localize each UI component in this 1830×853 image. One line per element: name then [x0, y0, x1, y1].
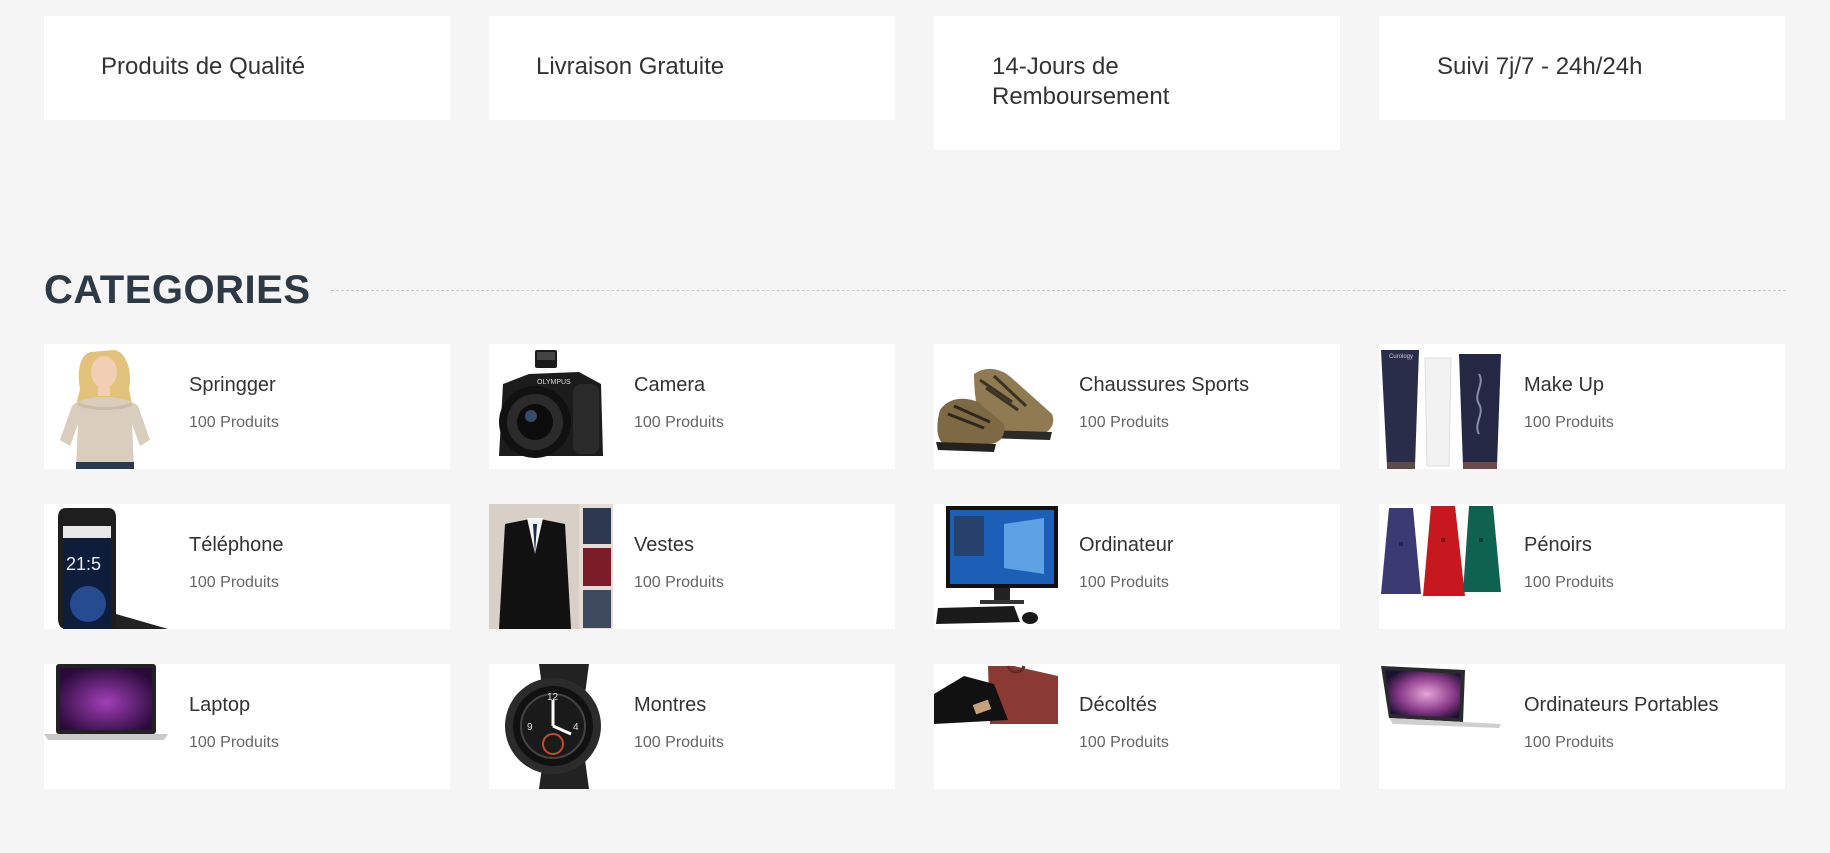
category-count: 100 Produits	[1079, 574, 1169, 591]
category-card[interactable]: Laptop 100 Produits	[44, 664, 450, 789]
feature-refund: 14-Jours de Remboursement	[934, 16, 1340, 150]
divider	[330, 289, 1786, 291]
category-count: 100 Produits	[1079, 414, 1169, 431]
category-count: 100 Produits	[1524, 734, 1614, 751]
svg-text:21:5: 21:5	[66, 554, 101, 574]
category-count: 100 Produits	[1524, 574, 1614, 591]
category-card[interactable]: 12 9 4 Montres 100 Produits	[489, 664, 895, 789]
category-name[interactable]: Vestes	[634, 534, 694, 557]
category-card[interactable]: Curology Make Up 100 Produits	[1379, 344, 1785, 469]
svg-text:12: 12	[547, 692, 559, 703]
category-card[interactable]: Vestes 100 Produits	[489, 504, 895, 629]
features-row: Produits de Qualité Livraison Gratuite 1…	[44, 16, 1786, 150]
feature-support: Suivi 7j/7 - 24h/24h	[1379, 16, 1785, 120]
svg-text:4: 4	[573, 722, 579, 733]
makeup-tubes-image[interactable]: Curology	[1379, 344, 1503, 469]
category-name[interactable]: Montres	[634, 694, 706, 717]
category-card[interactable]: Ordinateurs Portables 100 Produits	[1379, 664, 1785, 789]
shoes-image[interactable]	[934, 344, 1058, 469]
feature-label: Produits de Qualité	[101, 53, 306, 80]
category-name[interactable]: Ordinateur	[1079, 534, 1174, 557]
feature-free-delivery: Livraison Gratuite	[489, 16, 895, 120]
categories-title: CATEGORIES	[44, 268, 311, 312]
woman-sweater-image[interactable]	[44, 344, 168, 469]
feature-quality: Produits de Qualité	[44, 16, 450, 120]
category-count: 100 Produits	[634, 414, 724, 431]
category-name[interactable]: Pénoirs	[1524, 534, 1592, 557]
svg-text:9: 9	[527, 722, 533, 733]
category-count: 100 Produits	[634, 734, 724, 751]
laptop-image[interactable]	[44, 664, 168, 789]
category-name[interactable]: Make Up	[1524, 374, 1604, 397]
svg-text:Curology: Curology	[1389, 354, 1413, 360]
category-count: 100 Produits	[634, 574, 724, 591]
category-name[interactable]: Téléphone	[189, 534, 284, 557]
category-card[interactable]: Springger 100 Produits	[44, 344, 450, 469]
macbook-image[interactable]	[1379, 664, 1503, 789]
camera-image[interactable]: OLYMPUS	[489, 344, 613, 469]
category-count: 100 Produits	[189, 574, 279, 591]
category-card[interactable]: Décoltés 100 Produits	[934, 664, 1340, 789]
category-card[interactable]: Chaussures Sports 100 Produits	[934, 344, 1340, 469]
desktop-monitor-image[interactable]	[934, 504, 1058, 629]
category-card[interactable]: Pénoirs 100 Produits	[1379, 504, 1785, 629]
category-name[interactable]: Ordinateurs Portables	[1524, 694, 1719, 717]
category-name[interactable]: Camera	[634, 374, 705, 397]
svg-text:OLYMPUS: OLYMPUS	[537, 379, 571, 386]
feature-label: Livraison Gratuite	[536, 53, 725, 80]
coats-image[interactable]	[1379, 504, 1503, 629]
category-name[interactable]: Springger	[189, 374, 276, 397]
feature-label: Suivi 7j/7 - 24h/24h	[1437, 53, 1643, 80]
category-count: 100 Produits	[1079, 734, 1169, 751]
tshirts-image[interactable]	[934, 664, 1058, 789]
suit-jacket-image[interactable]	[489, 504, 613, 629]
categories-grid: Springger 100 Produits OLYMPUS Camera 10…	[44, 344, 1786, 789]
category-card[interactable]: 21:5 Téléphone 100 Produits	[44, 504, 450, 629]
category-name[interactable]: Laptop	[189, 694, 250, 717]
category-name[interactable]: Chaussures Sports	[1079, 374, 1249, 397]
category-count: 100 Produits	[1524, 414, 1614, 431]
smartwatch-image[interactable]: 12 9 4	[489, 664, 613, 789]
category-name[interactable]: Décoltés	[1079, 694, 1157, 717]
feature-label: 14-Jours de Remboursement	[992, 53, 1170, 110]
category-count: 100 Produits	[189, 734, 279, 751]
category-card[interactable]: OLYMPUS Camera 100 Produits	[489, 344, 895, 469]
category-card[interactable]: Ordinateur 100 Produits	[934, 504, 1340, 629]
categories-header: CATEGORIES	[44, 262, 1786, 318]
smartphone-image[interactable]: 21:5	[44, 504, 168, 629]
category-count: 100 Produits	[189, 414, 279, 431]
